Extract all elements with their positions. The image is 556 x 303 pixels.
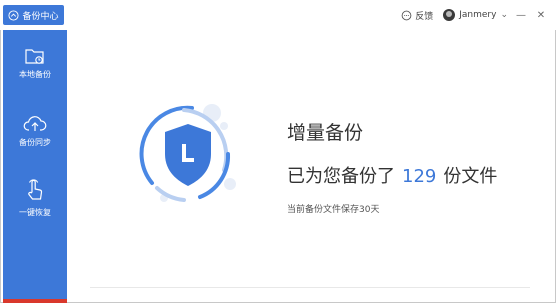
avatar [443, 9, 456, 21]
cloud-upload-icon [23, 116, 47, 131]
user-menu[interactable]: Janmery ⌄ [443, 9, 508, 21]
sidebar-item-label: 本地备份 [19, 70, 51, 79]
sidebar-item-label: 一键恢复 [19, 208, 51, 217]
title-bar: 备份中心 反馈 Janmery ⌄ — ✕ [0, 0, 556, 30]
hand-pointer-icon [28, 179, 43, 200]
sidebar-item-backup-sync[interactable]: 备份同步 [3, 114, 67, 148]
chevron-down-icon: ⌄ [500, 10, 508, 20]
feedback-button[interactable]: 反馈 [401, 9, 433, 22]
minimize-button[interactable]: — [514, 10, 528, 21]
app-badge[interactable]: 备份中心 [3, 5, 64, 25]
cloud-home-icon [8, 9, 20, 21]
sidebar-item-restore[interactable]: 一键恢复 [3, 178, 67, 218]
backup-count: 129 [402, 166, 437, 187]
sidebar-accent-strip [3, 299, 67, 303]
backup-summary: 已为您备份了 129 份文件 [287, 162, 497, 188]
page-title: 增量备份 [287, 122, 364, 144]
sidebar-item-label: 备份同步 [19, 138, 51, 147]
sidebar: 本地备份 备份同步 一键恢复 [3, 30, 67, 303]
summary-suffix: 份文件 [443, 166, 498, 187]
username: Janmery [459, 10, 497, 20]
close-button[interactable]: ✕ [534, 10, 548, 21]
folder-clock-icon [25, 49, 44, 64]
chat-bubble-icon [401, 10, 412, 20]
sidebar-item-local-backup[interactable]: 本地备份 [3, 46, 67, 80]
window-frame [0, 0, 556, 303]
app-badge-label: 备份中心 [22, 11, 59, 22]
feedback-label: 反馈 [415, 11, 434, 22]
divider [90, 287, 530, 288]
summary-prefix: 已为您备份了 [287, 166, 395, 187]
incremental-backup-shield-icon [139, 104, 236, 202]
retention-note: 当前备份文件保存30天 [287, 205, 380, 215]
title-bar-controls: 反馈 Janmery ⌄ — ✕ [401, 0, 548, 30]
